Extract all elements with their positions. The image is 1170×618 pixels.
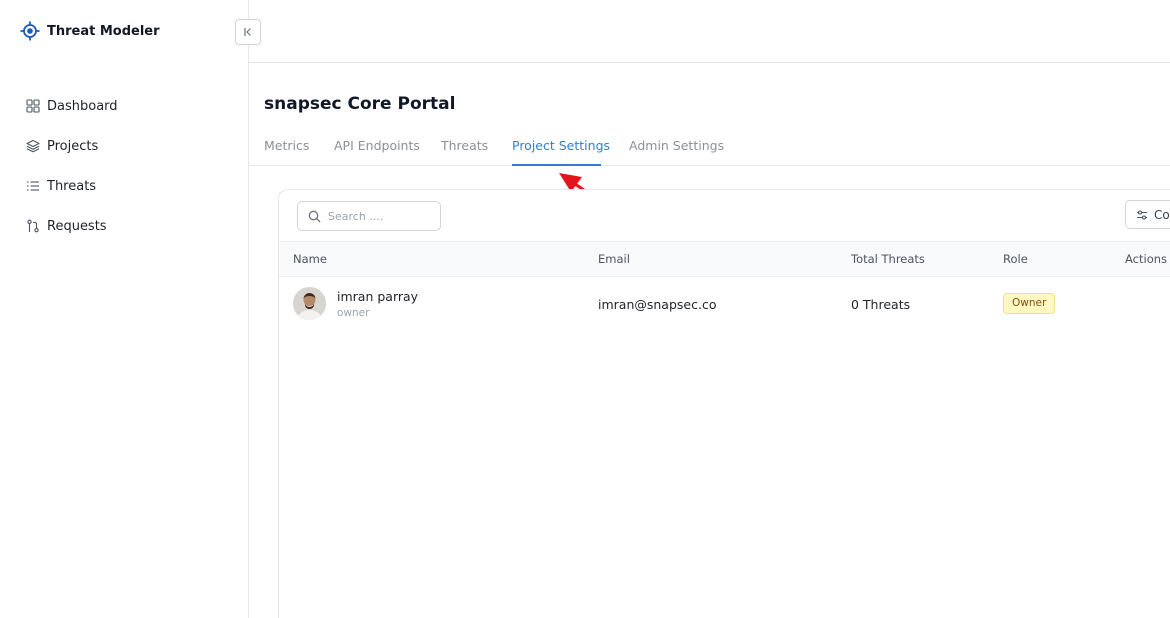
sidebar-item-requests[interactable]: Requests bbox=[26, 206, 118, 246]
members-panel: Co Name Email Total Threats Role Actions… bbox=[278, 189, 1170, 618]
table-row[interactable]: imran parray owner imran@snapsec.co 0 Th… bbox=[279, 277, 1170, 331]
search-box[interactable] bbox=[297, 201, 441, 231]
sidebar-item-label: Dashboard bbox=[47, 98, 118, 114]
column-header-role[interactable]: Role bbox=[1003, 252, 1028, 266]
layers-icon bbox=[26, 139, 40, 153]
sidebar-item-label: Requests bbox=[47, 218, 107, 234]
column-header-email[interactable]: Email bbox=[598, 252, 630, 266]
tab-metrics[interactable]: Metrics bbox=[264, 138, 309, 153]
role-badge: Owner bbox=[1003, 293, 1056, 314]
top-bar bbox=[249, 0, 1170, 63]
page-title: snapsec Core Portal bbox=[264, 94, 456, 114]
sidebar-nav: Dashboard Projects Threats Requests bbox=[26, 86, 118, 246]
collapse-sidebar-button[interactable] bbox=[235, 19, 261, 45]
column-header-name[interactable]: Name bbox=[293, 252, 327, 266]
tab-project-settings[interactable]: Project Settings bbox=[512, 138, 610, 153]
sidebar-item-projects[interactable]: Projects bbox=[26, 126, 118, 166]
tab-api-endpoints[interactable]: API Endpoints bbox=[334, 138, 420, 153]
app-root: Threat Modeler Dashboard Projects Threat… bbox=[0, 0, 1170, 618]
grid-icon bbox=[26, 99, 40, 113]
brand-name: Threat Modeler bbox=[47, 23, 160, 39]
avatar bbox=[293, 287, 326, 320]
sidebar-item-label: Projects bbox=[47, 138, 99, 154]
sidebar-item-threats[interactable]: Threats bbox=[26, 166, 118, 206]
target-logo-icon bbox=[20, 21, 40, 41]
sidebar-item-label: Threats bbox=[47, 178, 97, 194]
columns-button[interactable]: Co bbox=[1125, 200, 1170, 229]
tab-bar: Metrics API Endpoints Threats Project Se… bbox=[249, 131, 1170, 166]
tab-threats[interactable]: Threats bbox=[441, 138, 488, 153]
sliders-icon bbox=[1137, 209, 1147, 220]
member-name: imran parray bbox=[337, 289, 419, 304]
list-icon bbox=[26, 179, 40, 193]
column-header-actions: Actions bbox=[1125, 252, 1168, 266]
tab-admin-settings[interactable]: Admin Settings bbox=[629, 138, 724, 153]
brand[interactable]: Threat Modeler bbox=[20, 21, 160, 41]
search-icon bbox=[308, 210, 321, 222]
collapse-left-icon bbox=[244, 28, 251, 36]
member-total-threats: 0 Threats bbox=[851, 297, 911, 312]
column-header-total-threats[interactable]: Total Threats bbox=[851, 252, 925, 266]
search-input[interactable] bbox=[328, 209, 428, 223]
git-pull-request-icon bbox=[26, 219, 40, 233]
sidebar: Threat Modeler Dashboard Projects Threat… bbox=[0, 0, 249, 618]
table-header: Name Email Total Threats Role Actions bbox=[279, 241, 1170, 277]
sidebar-item-dashboard[interactable]: Dashboard bbox=[26, 86, 118, 126]
member-email: imran@snapsec.co bbox=[598, 297, 717, 312]
member-subtitle: owner bbox=[337, 307, 370, 319]
columns-button-label: Co bbox=[1154, 207, 1170, 222]
